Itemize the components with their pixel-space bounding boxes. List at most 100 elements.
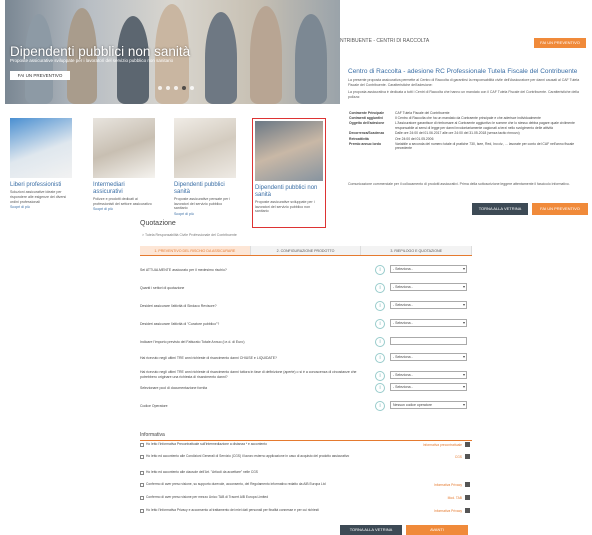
card-image bbox=[10, 118, 72, 178]
carousel-dot[interactable] bbox=[158, 86, 162, 90]
consent-checkbox[interactable] bbox=[140, 471, 144, 475]
print-icon[interactable] bbox=[465, 508, 470, 513]
carousel-dot[interactable] bbox=[174, 86, 178, 90]
detail-value: L'Assicuratore garantisce di rimborsare … bbox=[395, 121, 575, 130]
consent-checkbox[interactable] bbox=[140, 483, 144, 487]
carousel-dot[interactable] bbox=[166, 86, 170, 90]
document-link[interactable]: Informativa precontrattuale bbox=[423, 443, 462, 447]
document-link[interactable]: Mod. TAB bbox=[448, 496, 462, 500]
card-desc: Proposte assicurative sviluppate per i l… bbox=[255, 199, 315, 214]
select-value: - Seleziona - bbox=[393, 285, 413, 289]
carousel-dot[interactable] bbox=[182, 86, 186, 90]
info-icon[interactable]: i bbox=[375, 283, 385, 293]
tab-step-3[interactable]: 3. RIEPILOGO E QUOTAZIONE bbox=[361, 246, 473, 255]
consent-row: Confermo di aver preso visione per mezzo… bbox=[140, 495, 472, 505]
card-dipendenti-sanita[interactable]: Dipendenti pubblici sanità Proposte assi… bbox=[174, 118, 236, 228]
consent-checkbox[interactable] bbox=[140, 496, 144, 500]
form-row: Sei ATTUALMENTE assicurato per il medesi… bbox=[140, 265, 472, 277]
tab-step-2[interactable]: 2. CONFIGURAZIONE PRODOTTO bbox=[250, 246, 362, 255]
info-icon[interactable]: i bbox=[375, 371, 385, 381]
breadcrumb: > Tutela Responsabilità Civile Professio… bbox=[142, 233, 237, 237]
card-liberi-professionisti[interactable]: Liberi professionisti Soluzioni assicura… bbox=[10, 118, 72, 228]
field-label: Codice Operatore bbox=[140, 404, 168, 408]
select-field[interactable]: - Seleziona - ▾ bbox=[390, 371, 467, 379]
select-field[interactable]: - Seleziona - ▾ bbox=[390, 265, 467, 273]
hero-banner: Dipendenti pubblici non sanità Proposte … bbox=[5, 0, 340, 104]
tab-step-1[interactable]: 1. PREVENTIVO DEL RISCHIO DA ASSICURARE bbox=[140, 246, 251, 255]
field-label: Desideri assicurare l'attività di "Curat… bbox=[140, 322, 220, 326]
detail-row: Premio annuo lordo Variabile a seconda de… bbox=[348, 142, 588, 152]
chevron-down-icon: ▾ bbox=[462, 266, 465, 271]
info-icon[interactable]: i bbox=[375, 301, 385, 311]
field-label: Indicare l'importo previsto del Fatturat… bbox=[140, 340, 245, 344]
field-label: Quanti i settori di quotazione bbox=[140, 286, 185, 290]
carousel-dot[interactable] bbox=[190, 86, 194, 90]
next-button[interactable]: AVANTI bbox=[406, 525, 468, 535]
select-field[interactable]: - Seleziona - ▾ bbox=[390, 353, 467, 361]
print-icon[interactable] bbox=[465, 442, 470, 447]
document-link[interactable]: Informativa Privacy bbox=[434, 509, 462, 513]
print-icon[interactable] bbox=[465, 482, 470, 487]
hero-title: Dipendenti pubblici non sanità bbox=[10, 44, 191, 59]
card-intermediari[interactable]: Intermediari assicurativi Polizze e prod… bbox=[93, 118, 155, 228]
consent-checkbox[interactable] bbox=[140, 455, 144, 459]
select-value: - Seleziona - bbox=[393, 267, 413, 271]
card-link[interactable]: Scopri di più bbox=[10, 205, 72, 209]
card-link[interactable]: Scopri di più bbox=[174, 212, 236, 216]
select-field[interactable]: Nessun codice operatore ▾ bbox=[390, 401, 467, 409]
document-link[interactable]: Informativa Privacy bbox=[434, 483, 462, 487]
select-value: - Seleziona - bbox=[393, 355, 413, 359]
card-desc: Polizze e prodotti dedicati ai professio… bbox=[93, 196, 152, 206]
select-field[interactable]: - Seleziona - ▾ bbox=[390, 283, 467, 291]
consent-row: Ho letto l'Informativa Precontrattuale s… bbox=[140, 442, 472, 452]
card-title: Dipendenti pubblici sanità bbox=[174, 182, 225, 195]
text-field[interactable] bbox=[390, 337, 467, 345]
info-icon[interactable]: i bbox=[375, 265, 385, 275]
info-icon[interactable]: i bbox=[375, 337, 385, 347]
select-field[interactable]: - Seleziona - ▾ bbox=[390, 319, 467, 327]
form-row: Codice Operatore i Nessun codice operato… bbox=[140, 401, 472, 413]
back-to-showcase-button[interactable]: TORNA ALLA VETRINA bbox=[472, 203, 528, 215]
consent-text: Ho letto ed accontento alle clausole del… bbox=[146, 470, 259, 474]
consent-row: Ho letto l'Informativa Privacy e acconse… bbox=[140, 508, 472, 518]
card-title: Liberi professionisti bbox=[10, 182, 62, 188]
consent-checkbox[interactable] bbox=[140, 443, 144, 447]
preventivo-button-top[interactable]: FAI UN PREVENTIVO bbox=[534, 38, 586, 48]
consent-row: Confermo di aver preso visione, su suppo… bbox=[140, 482, 472, 492]
product-description-1: La presente proposta assicurativa permet… bbox=[348, 78, 580, 87]
form-row: Desideri assicurare l'attività di "Curat… bbox=[140, 319, 472, 331]
consent-checkbox[interactable] bbox=[140, 509, 144, 513]
card-link[interactable]: Scopri di più bbox=[93, 207, 155, 211]
chevron-down-icon: ▾ bbox=[462, 402, 465, 407]
print-icon[interactable] bbox=[465, 454, 470, 459]
select-field[interactable]: - Seleziona - ▾ bbox=[390, 383, 467, 391]
card-image bbox=[93, 118, 155, 178]
select-value: - Seleziona - bbox=[393, 303, 413, 307]
info-icon[interactable]: i bbox=[375, 353, 385, 363]
chevron-down-icon: ▾ bbox=[462, 384, 465, 389]
preventivo-button[interactable]: FAI UN PREVENTIVO bbox=[532, 203, 588, 215]
select-field[interactable]: - Seleziona - ▾ bbox=[390, 301, 467, 309]
select-value: - Seleziona - bbox=[393, 385, 413, 389]
back-to-showcase-button[interactable]: TORNA ALLA VETRINA bbox=[340, 525, 402, 535]
card-title: Dipendenti pubblici non sanità bbox=[255, 185, 318, 198]
print-icon[interactable] bbox=[465, 495, 470, 500]
info-icon[interactable]: i bbox=[375, 319, 385, 329]
form-row: Hai ricevuto negli ultimi TRE anni richi… bbox=[140, 353, 472, 365]
card-dipendenti-non-sanita[interactable]: Dipendenti pubblici non sanità Proposte … bbox=[252, 118, 326, 228]
carousel-dots[interactable] bbox=[158, 86, 194, 90]
product-description: La presente proposta assicurativa permet… bbox=[348, 78, 588, 100]
form-row: Desideri assicurare l'attività di Sindac… bbox=[140, 301, 472, 313]
info-icon[interactable]: i bbox=[375, 383, 385, 393]
detail-row: Oggetto dell'adesione L'Assicuratore gara… bbox=[348, 121, 588, 131]
consent-text: Ho letto l'Informativa Privacy e acconse… bbox=[146, 508, 319, 512]
info-icon[interactable]: i bbox=[375, 401, 385, 411]
card-title: Intermediari assicurativi bbox=[93, 182, 125, 195]
document-link[interactable]: CGS bbox=[455, 455, 462, 459]
card-image bbox=[174, 118, 236, 178]
hero-cta-button[interactable]: FAI UN PREVENTIVO bbox=[10, 71, 70, 80]
chevron-down-icon: ▾ bbox=[462, 302, 465, 307]
field-label: Hai ricevuto negli ultimi TRE anni richi… bbox=[140, 356, 278, 360]
field-label: Sei ATTUALMENTE assicurato per il medesi… bbox=[140, 268, 227, 272]
consent-row: Ho letto ed accontento alle clausole del… bbox=[140, 470, 472, 480]
